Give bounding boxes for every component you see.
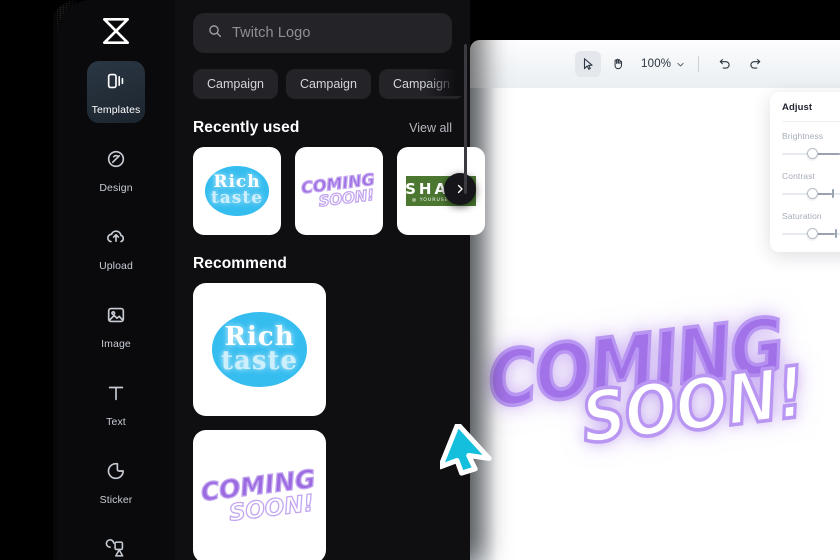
mouse-cursor xyxy=(437,421,504,488)
recommend-grid: Rich taste COMING SOON! xyxy=(193,283,452,560)
template-thumb-coming-soon[interactable]: COMING SOON! xyxy=(295,147,383,235)
chip-campaign[interactable]: Campaign xyxy=(378,69,464,99)
upload-icon xyxy=(105,226,127,253)
view-all-link[interactable]: View all xyxy=(409,121,452,135)
section-title: Recently used xyxy=(193,119,300,136)
editor-toolbar: 100% xyxy=(470,40,840,88)
rich-taste-line2: taste xyxy=(220,345,299,376)
adjust-divider xyxy=(782,121,840,122)
contrast-control: Contrast xyxy=(782,171,840,200)
screenshot-root: COMING SOON! 100% Adjust Brightness Cont… xyxy=(0,0,840,560)
brightness-control: Brightness xyxy=(782,131,840,160)
search-icon xyxy=(207,23,223,44)
section-title: Recommend xyxy=(193,255,287,272)
select-tool-button[interactable] xyxy=(575,51,601,77)
rich-taste-text: Rich taste xyxy=(210,174,264,208)
recommend-header: Recommend xyxy=(193,255,452,273)
chevron-down-icon xyxy=(677,62,684,66)
sidebar-item-design[interactable]: Design xyxy=(87,139,145,201)
sidebar: Templates Design Upload Image Text Stick… xyxy=(57,0,175,560)
category-chips: Campaign Campaign Campaign xyxy=(193,69,470,99)
template-card-coming-soon[interactable]: COMING SOON! xyxy=(193,430,326,560)
sidebar-item-sticker[interactable]: Sticker xyxy=(87,451,145,513)
adjust-panel: Adjust Brightness Contrast Saturation xyxy=(770,92,840,252)
rich-taste-text: Rich taste xyxy=(220,324,299,376)
search-placeholder: Twitch Logo xyxy=(232,25,311,41)
sidebar-item-image[interactable]: Image xyxy=(87,295,145,357)
slider-tick xyxy=(831,189,834,198)
image-icon xyxy=(105,304,127,331)
contrast-slider[interactable] xyxy=(782,188,840,200)
zoom-level-label: 100% xyxy=(641,58,672,70)
templates-icon xyxy=(105,70,127,97)
sidebar-item-label: Design xyxy=(99,182,133,194)
slider-knob[interactable] xyxy=(806,148,818,159)
capcut-logo[interactable] xyxy=(94,14,138,48)
sidebar-item-label: Text xyxy=(106,416,126,428)
app-shell: Templates Design Upload Image Text Stick… xyxy=(51,0,485,560)
sidebar-item-shape[interactable]: Shape xyxy=(87,529,145,560)
chip-campaign[interactable]: Campaign xyxy=(285,69,371,99)
text-icon xyxy=(105,382,127,409)
chip-campaign[interactable]: Campaign xyxy=(193,69,278,99)
design-icon xyxy=(105,148,127,175)
coming-soon-text: COMING SOON! xyxy=(300,169,377,213)
carousel-next-button[interactable] xyxy=(444,173,476,205)
toolbar-divider xyxy=(698,56,700,72)
recently-used-row: Rich taste COMING SOON! SHARE @ YOURUSER… xyxy=(193,147,485,235)
contrast-label: Contrast xyxy=(782,171,815,181)
canvas-artwork[interactable]: COMING SOON! xyxy=(482,296,826,465)
recently-used-header: Recently used View all xyxy=(193,119,452,137)
redo-button[interactable] xyxy=(742,51,768,77)
zoom-control[interactable]: 100% xyxy=(641,58,685,70)
sidebar-item-label: Image xyxy=(101,338,131,350)
sidebar-item-label: Upload xyxy=(99,260,133,272)
shape-icon xyxy=(105,538,127,560)
sidebar-item-text[interactable]: Text xyxy=(87,373,145,435)
saturation-label: Saturation xyxy=(782,211,822,221)
rich-taste-line2: taste xyxy=(210,188,264,208)
slider-tick xyxy=(835,229,838,238)
hand-tool-button[interactable] xyxy=(605,51,631,77)
saturation-slider[interactable] xyxy=(782,228,840,240)
sidebar-item-upload[interactable]: Upload xyxy=(87,217,145,279)
search-input[interactable]: Twitch Logo xyxy=(193,13,452,53)
brightness-label: Brightness xyxy=(782,131,824,141)
slider-knob[interactable] xyxy=(806,228,818,239)
template-card-rich-taste[interactable]: Rich taste xyxy=(193,283,326,416)
sidebar-item-label: Sticker xyxy=(99,494,133,506)
template-thumb-rich-taste[interactable]: Rich taste xyxy=(193,147,281,235)
undo-button[interactable] xyxy=(712,51,738,77)
sidebar-item-templates[interactable]: Templates xyxy=(87,61,145,123)
panel-scrollbar[interactable] xyxy=(464,44,467,194)
templates-panel: Twitch Logo Campaign Campaign Campaign R… xyxy=(175,0,485,560)
brightness-slider[interactable] xyxy=(782,148,840,160)
coming-soon-text: COMING SOON! xyxy=(198,463,320,530)
adjust-panel-title: Adjust xyxy=(782,102,813,113)
saturation-control: Saturation xyxy=(782,211,840,240)
sidebar-item-label: Templates xyxy=(91,104,141,116)
slider-knob[interactable] xyxy=(806,188,818,199)
sticker-icon xyxy=(105,460,127,487)
